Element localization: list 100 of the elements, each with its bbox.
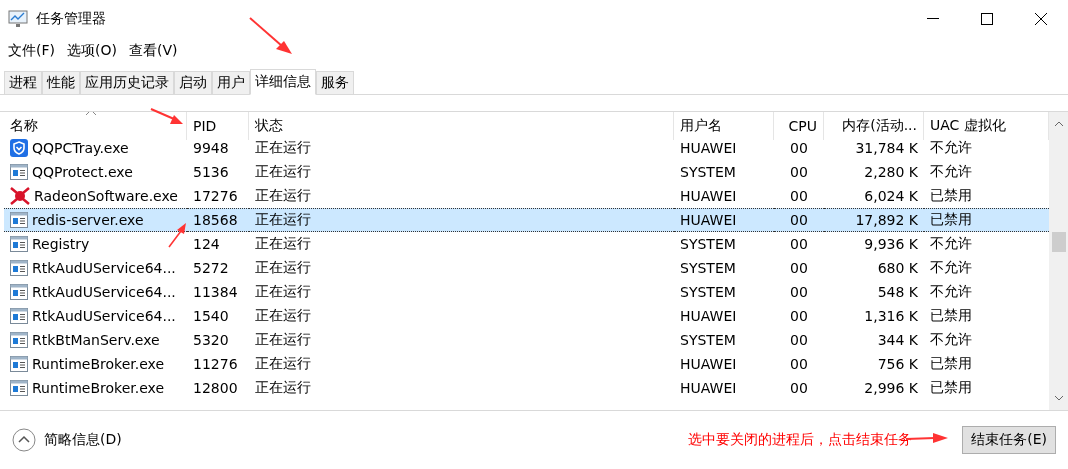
window-icon bbox=[10, 332, 28, 348]
table-cell: SYSTEM bbox=[680, 260, 736, 276]
arrow-icon bbox=[150, 108, 184, 126]
window-icon bbox=[10, 308, 28, 324]
end-task-button[interactable]: 结束任务(E) bbox=[962, 426, 1056, 454]
table-cell: 不允许 bbox=[930, 163, 972, 181]
table-cell: RtkBtManServ.exe bbox=[32, 332, 160, 348]
tab[interactable]: 详细信息 bbox=[250, 69, 316, 95]
table-cell: 00 bbox=[790, 356, 808, 372]
window-icon bbox=[10, 260, 28, 276]
table-cell: redis-server.exe bbox=[32, 212, 144, 228]
table-cell: RuntimeBroker.exe bbox=[32, 356, 165, 372]
window-icon bbox=[10, 380, 28, 396]
tab[interactable]: 进程 bbox=[4, 71, 42, 94]
table-cell: 正在运行 bbox=[255, 187, 311, 205]
menu-item[interactable]: 选项(O) bbox=[67, 42, 117, 60]
arrow-icon bbox=[248, 16, 294, 56]
table-cell: 00 bbox=[790, 332, 808, 348]
column-header[interactable]: 用户名 bbox=[674, 112, 774, 140]
table-cell: 正在运行 bbox=[255, 331, 311, 349]
table-cell: 17,892 K bbox=[855, 212, 918, 228]
scrollbar[interactable] bbox=[1049, 112, 1068, 410]
table-cell: 680 K bbox=[877, 260, 918, 276]
table-cell: 00 bbox=[790, 380, 808, 396]
tab[interactable]: 服务 bbox=[316, 71, 354, 94]
menu-item[interactable]: 查看(V) bbox=[128, 42, 178, 60]
table-cell: 不允许 bbox=[930, 235, 972, 253]
table-cell: 5272 bbox=[193, 260, 229, 276]
table-cell: RadeonSoftware.exe bbox=[34, 188, 178, 204]
table-cell: 1,316 K bbox=[864, 308, 918, 324]
table-cell: 6,024 K bbox=[864, 188, 918, 204]
annotation-text: 选中要关闭的进程后，点击结束任务 bbox=[688, 431, 913, 449]
window-icon bbox=[10, 284, 28, 300]
table-cell: 正在运行 bbox=[255, 163, 311, 181]
window-title: 任务管理器 bbox=[36, 10, 106, 28]
table-cell: SYSTEM bbox=[680, 164, 736, 180]
table-cell: 00 bbox=[790, 308, 808, 324]
column-header[interactable]: CPU bbox=[774, 112, 824, 140]
table-cell: 548 K bbox=[877, 284, 918, 300]
column-header[interactable]: 内存(活动... bbox=[824, 112, 924, 140]
table-cell: 9948 bbox=[193, 140, 229, 156]
table-cell: 5320 bbox=[193, 332, 229, 348]
details-toggle[interactable]: 简略信息(D) bbox=[12, 428, 122, 452]
table-cell: SYSTEM bbox=[680, 332, 736, 348]
tab[interactable]: 性能 bbox=[42, 71, 80, 94]
table-cell: 不允许 bbox=[930, 283, 972, 301]
close-icon bbox=[1035, 13, 1047, 25]
shield-icon bbox=[10, 139, 28, 157]
table-cell: 00 bbox=[790, 236, 808, 252]
table-cell: 正在运行 bbox=[255, 379, 311, 397]
table-cell: RuntimeBroker.exe bbox=[32, 380, 165, 396]
table-cell: Registry bbox=[32, 236, 90, 252]
table-cell: 已禁用 bbox=[930, 187, 972, 205]
table-cell: 17276 bbox=[193, 188, 238, 204]
table-cell: 正在运行 bbox=[255, 235, 311, 253]
scroll-thumb[interactable] bbox=[1051, 232, 1066, 252]
tab[interactable]: 用户 bbox=[212, 71, 250, 94]
table-cell: 00 bbox=[790, 284, 808, 300]
column-header[interactable]: PID bbox=[187, 112, 249, 140]
table-cell: HUAWEI bbox=[680, 356, 737, 372]
table-cell: QQPCTray.exe bbox=[32, 140, 129, 156]
table-cell: 9,936 K bbox=[864, 236, 918, 252]
table-cell: 正在运行 bbox=[255, 283, 311, 301]
window-icon bbox=[10, 236, 28, 252]
window-icon bbox=[10, 164, 28, 180]
table-cell: SYSTEM bbox=[680, 284, 736, 300]
table-cell: HUAWEI bbox=[680, 212, 737, 228]
table-cell: QQProtect.exe bbox=[32, 164, 133, 180]
table-cell: 不允许 bbox=[930, 331, 972, 349]
tab[interactable]: 启动 bbox=[174, 71, 212, 94]
table-cell: 756 K bbox=[877, 356, 918, 372]
table-cell: HUAWEI bbox=[680, 308, 737, 324]
column-header[interactable]: 状态 bbox=[249, 112, 674, 140]
menu-item[interactable]: 文件(F) bbox=[8, 42, 55, 60]
maximize-icon bbox=[981, 13, 993, 25]
table-cell: RtkAudUService64... bbox=[32, 284, 176, 300]
table-cell: 已禁用 bbox=[930, 307, 972, 325]
table-cell: 正在运行 bbox=[255, 211, 311, 229]
window-icon bbox=[10, 212, 28, 228]
table-cell: 2,996 K bbox=[864, 380, 918, 396]
table-cell: SYSTEM bbox=[680, 236, 736, 252]
monitor-icon bbox=[8, 10, 28, 28]
table-cell: 00 bbox=[790, 188, 808, 204]
table-cell: 124 bbox=[193, 236, 220, 252]
table-cell: 00 bbox=[790, 260, 808, 276]
burst-icon bbox=[10, 187, 30, 205]
table-cell: HUAWEI bbox=[680, 188, 737, 204]
table-cell: 00 bbox=[790, 140, 808, 156]
table-cell: 00 bbox=[790, 212, 808, 228]
table-cell: 不允许 bbox=[930, 139, 972, 157]
tab[interactable]: 应用历史记录 bbox=[80, 71, 174, 94]
table-cell: 已禁用 bbox=[930, 211, 972, 229]
table-cell: RtkAudUService64... bbox=[32, 308, 176, 324]
minimize-icon bbox=[927, 18, 939, 20]
table-cell: 已禁用 bbox=[930, 355, 972, 373]
table-cell: 5136 bbox=[193, 164, 229, 180]
table-cell: 不允许 bbox=[930, 259, 972, 277]
table-cell: 12800 bbox=[193, 380, 238, 396]
table-cell: 00 bbox=[790, 164, 808, 180]
window-icon bbox=[10, 356, 28, 372]
